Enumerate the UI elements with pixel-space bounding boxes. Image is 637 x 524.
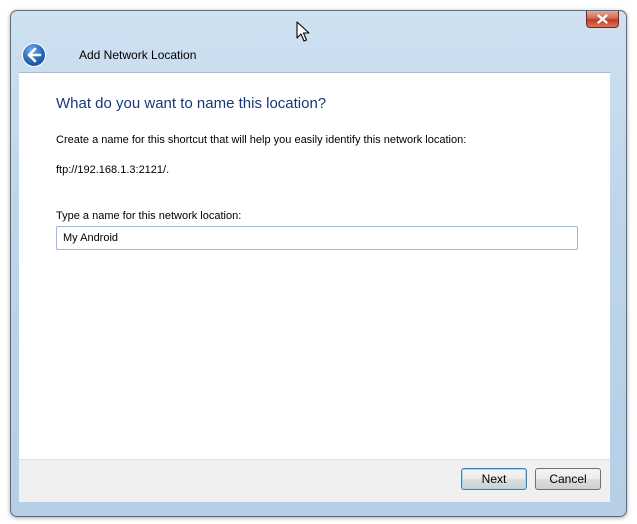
- cancel-button[interactable]: Cancel: [535, 468, 601, 490]
- network-address: ftp://192.168.1.3:2121/.: [56, 164, 170, 176]
- next-button[interactable]: Next: [461, 468, 527, 490]
- window-title: Add Network Location: [79, 48, 197, 62]
- page-description: Create a name for this shortcut that wil…: [56, 134, 467, 146]
- add-network-location-dialog: Add Network Location What do you want to…: [10, 10, 627, 517]
- wizard-content: What do you want to name this location? …: [19, 72, 610, 459]
- close-button[interactable]: [586, 11, 619, 28]
- location-name-input[interactable]: [56, 226, 578, 250]
- back-button[interactable]: [22, 43, 46, 67]
- wizard-footer: Next Cancel: [19, 459, 610, 502]
- close-x-icon: [597, 14, 608, 24]
- name-field-label: Type a name for this network location:: [56, 210, 242, 222]
- page-heading: What do you want to name this location?: [56, 95, 327, 112]
- back-arrow-icon: [22, 43, 46, 67]
